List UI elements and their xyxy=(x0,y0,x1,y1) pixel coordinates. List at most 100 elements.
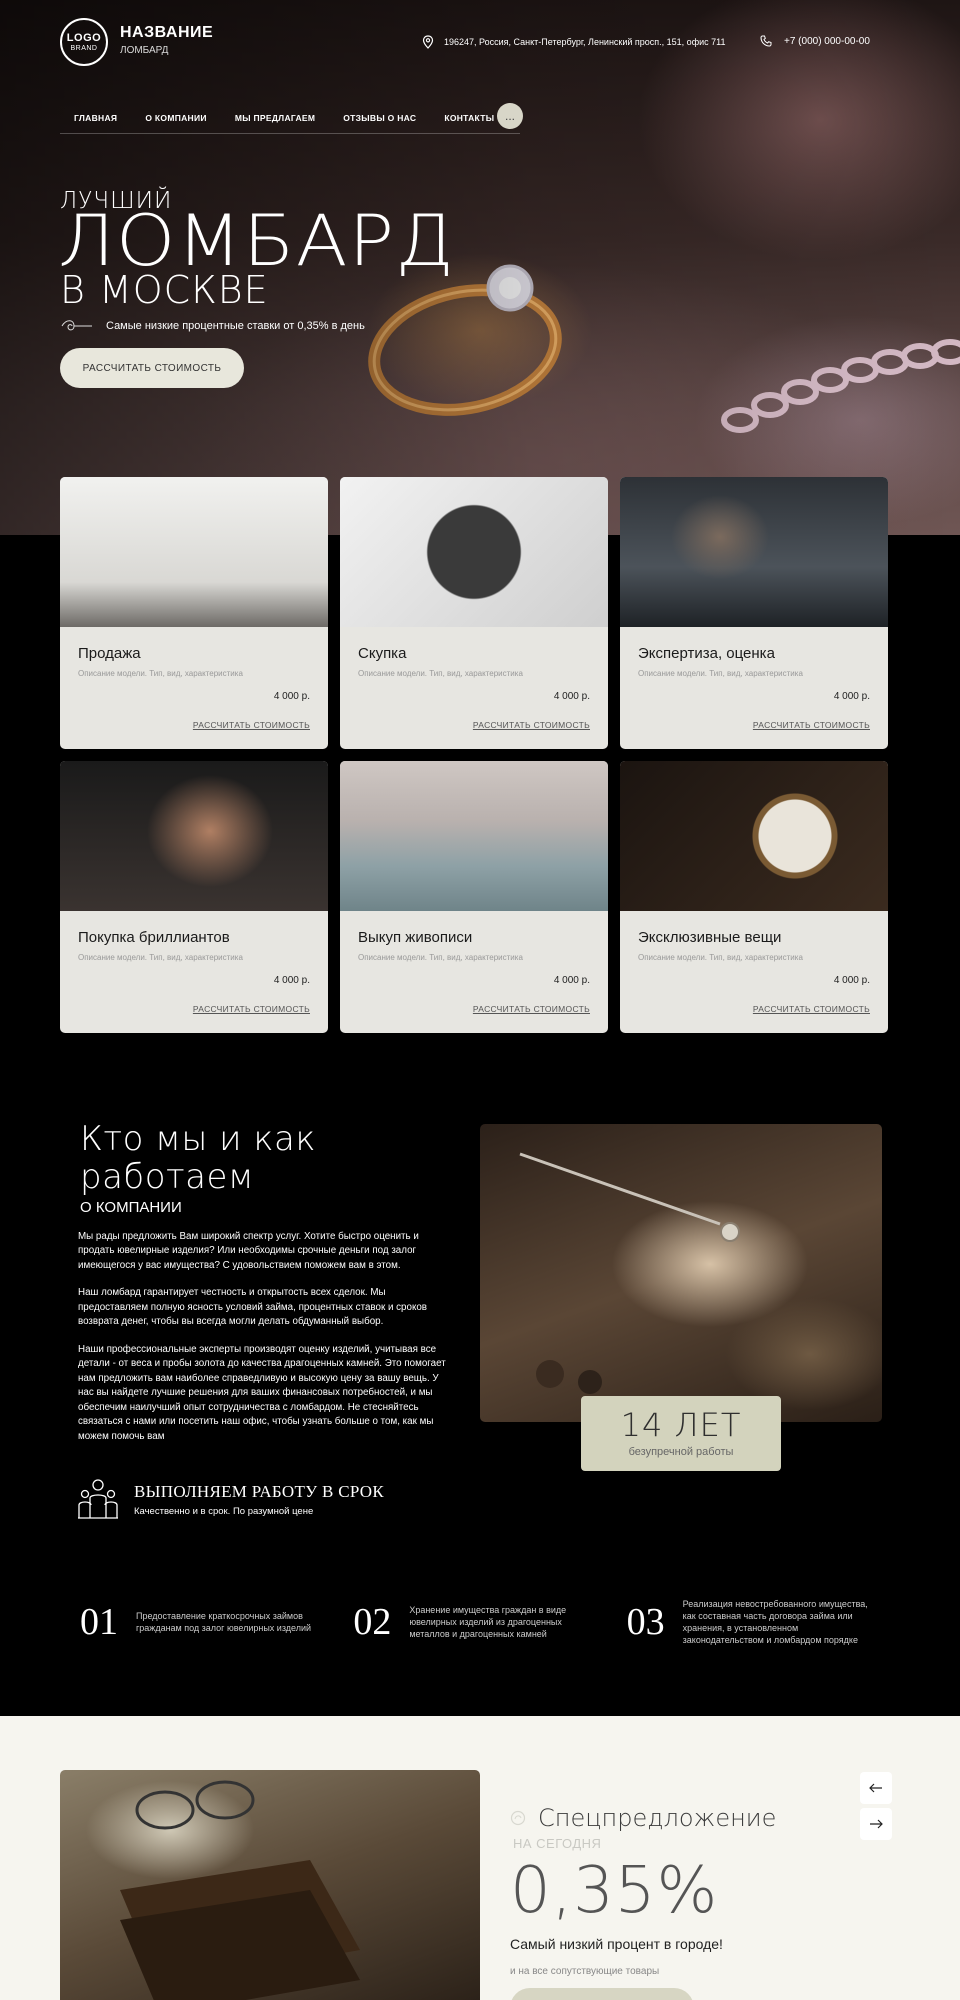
deadline-block: ВЫПОЛНЯЕМ РАБОТУ В СРОК Качественно и в … xyxy=(78,1478,384,1520)
hero-rate: Самые низкие процентные ставки от 0,35% … xyxy=(60,318,365,334)
step-number: 02 xyxy=(353,1601,392,1644)
hero-rate-text: Самые низкие процентные ставки от 0,35% … xyxy=(106,320,365,332)
years-caption: безупречной работы xyxy=(628,1446,734,1458)
step-item: 03 Реализация невостребованного имуществ… xyxy=(627,1598,900,1647)
card-price: 4 000 р. xyxy=(553,691,590,702)
card-calculate-link[interactable]: РАССЧИТАТЬ СТОИМОСТЬ xyxy=(753,720,870,730)
prev-arrow-button[interactable] xyxy=(860,1772,892,1804)
phone-icon xyxy=(760,35,772,47)
card-description: Описание модели. Тип, вид, характеристик… xyxy=(78,669,243,678)
hero-city: В МОСКВЕ xyxy=(60,268,269,312)
nav-item-home[interactable]: ГЛАВНАЯ xyxy=(74,113,117,123)
phone-number: +7 (000) 000-00-00 xyxy=(784,35,870,47)
more-menu-button[interactable]: ... xyxy=(497,103,523,129)
team-icon xyxy=(78,1479,118,1519)
logo[interactable]: LOGO BRAND xyxy=(60,18,108,66)
brand-name: НАЗВАНИЕ xyxy=(120,24,214,41)
card-title: Продажа xyxy=(78,645,141,662)
offer-title: Спецпредложение xyxy=(510,1804,776,1832)
card-description: Описание модели. Тип, вид, характеристик… xyxy=(638,953,803,962)
card-title: Экспертиза, оценка xyxy=(638,645,775,662)
steps-list: 01 Предоставление краткосрочных займов г… xyxy=(80,1598,900,1647)
years-number: 14 ЛЕТ xyxy=(620,1406,742,1444)
circle-ornament-icon xyxy=(510,1810,526,1826)
service-image xyxy=(340,477,608,627)
arrow-left-icon xyxy=(869,1783,882,1793)
years-badge: 14 ЛЕТ безупречной работы xyxy=(581,1396,781,1471)
card-title: Эксклюзивные вещи xyxy=(638,929,782,946)
service-image xyxy=(60,761,328,911)
arrow-right-icon xyxy=(870,1819,883,1829)
about-text: Мы рады предложить Вам широкий спектр ус… xyxy=(78,1230,448,1457)
logo-subtext: BRAND xyxy=(70,44,98,52)
address-text: 196247, Россия, Санкт-Петербург, Ленинск… xyxy=(444,37,726,47)
calculate-cost-button[interactable]: РАССЧИТАТЬ СТОИМОСТЬ xyxy=(60,348,244,388)
card-description: Описание модели. Тип, вид, характеристик… xyxy=(358,669,523,678)
address: 196247, Россия, Санкт-Петербург, Ленинск… xyxy=(422,35,725,49)
step-text: Хранение имущества граждан в виде ювелир… xyxy=(409,1605,567,1640)
step-number: 01 xyxy=(80,1601,118,1644)
service-image xyxy=(620,477,888,627)
brand-subtitle: ЛОМБАРД xyxy=(120,45,169,56)
step-number: 03 xyxy=(626,1601,665,1644)
card-description: Описание модели. Тип, вид, характеристик… xyxy=(638,669,803,678)
card-calculate-link[interactable]: РАССЧИТАТЬ СТОИМОСТЬ xyxy=(473,720,590,730)
card-calculate-link[interactable]: РАССЧИТАТЬ СТОИМОСТЬ xyxy=(753,1004,870,1014)
nav-item-reviews[interactable]: ОТЗЫВЫ О НАС xyxy=(343,113,416,123)
service-card[interactable]: Продажа Описание модели. Тип, вид, харак… xyxy=(60,477,328,749)
service-card[interactable]: Экспертиза, оценка Описание модели. Тип,… xyxy=(620,477,888,749)
step-text: Предоставление краткосрочных займов граж… xyxy=(136,1611,312,1634)
hero-section: LOGO BRAND НАЗВАНИЕ ЛОМБАРД 196247, Росс… xyxy=(0,0,960,535)
offer-image xyxy=(60,1770,480,2000)
brand: НАЗВАНИЕ ЛОМБАРД xyxy=(120,24,213,56)
nav-item-contacts[interactable]: КОНТАКТЫ xyxy=(444,113,494,123)
card-description: Описание модели. Тип, вид, характеристик… xyxy=(358,953,523,962)
offer-note: и на все сопутствующие товары xyxy=(510,1966,660,1977)
card-description: Описание модели. Тип, вид, характеристик… xyxy=(78,953,243,962)
service-image xyxy=(60,477,328,627)
offer-subtitle: НА СЕГОДНЯ xyxy=(513,1836,602,1851)
card-price: 4 000 р. xyxy=(833,691,870,702)
service-image xyxy=(340,761,608,911)
card-calculate-link[interactable]: РАССЧИТАТЬ СТОИМОСТЬ xyxy=(193,720,310,730)
offer-title-text: Спецпредложение xyxy=(538,1804,777,1832)
about-title: Кто мы и как работаем xyxy=(80,1119,317,1198)
about-paragraph: Наш ломбард гарантирует честность и откр… xyxy=(78,1287,427,1328)
card-title: Скупка xyxy=(358,645,407,662)
offer-rate: 0,35% xyxy=(510,1854,719,1928)
card-title: Покупка бриллиантов xyxy=(78,929,230,946)
service-card[interactable]: Выкуп живописи Описание модели. Тип, вид… xyxy=(340,761,608,1033)
service-image xyxy=(620,761,888,911)
card-price: 4 000 р. xyxy=(273,975,310,986)
logo-text: LOGO xyxy=(66,31,102,44)
nav-item-about[interactable]: О КОМПАНИИ xyxy=(145,113,206,123)
offer-button[interactable] xyxy=(510,1988,694,2000)
deadline-title: ВЫПОЛНЯЕМ РАБОТУ В СРОК xyxy=(134,1481,385,1501)
card-calculate-link[interactable]: РАССЧИТАТЬ СТОИМОСТЬ xyxy=(193,1004,310,1014)
card-price: 4 000 р. xyxy=(833,975,870,986)
about-subtitle: О КОМПАНИИ xyxy=(80,1199,182,1216)
about-paragraph: Наши профессиональные эксперты производя… xyxy=(78,1343,446,1442)
card-calculate-link[interactable]: РАССЧИТАТЬ СТОИМОСТЬ xyxy=(473,1004,590,1014)
service-card[interactable]: Покупка бриллиантов Описание модели. Тип… xyxy=(60,761,328,1033)
service-card[interactable]: Эксклюзивные вещи Описание модели. Тип, … xyxy=(620,761,888,1033)
location-pin-icon xyxy=(422,35,434,49)
card-price: 4 000 р. xyxy=(553,975,590,986)
step-text: Реализация невостребованного имущества, … xyxy=(682,1599,868,1646)
step-item: 01 Предоставление краткосрочных займов г… xyxy=(80,1598,353,1647)
card-price: 4 000 р. xyxy=(273,691,310,702)
special-offer-section: Спецпредложение НА СЕГОДНЯ 0,35% Самый н… xyxy=(0,1716,960,2000)
main-nav: ГЛАВНАЯ О КОМПАНИИ МЫ ПРЕДЛАГАЕМ ОТЗЫВЫ … xyxy=(60,102,520,134)
ornament-icon xyxy=(61,320,92,331)
step-item: 02 Хранение имущества граждан в виде юве… xyxy=(353,1598,626,1647)
services-grid: Продажа Описание модели. Тип, вид, харак… xyxy=(60,477,888,1033)
about-paragraph: Мы рады предложить Вам широкий спектр ус… xyxy=(78,1231,419,1271)
nav-item-offers[interactable]: МЫ ПРЕДЛАГАЕМ xyxy=(235,113,315,123)
phone[interactable]: +7 (000) 000-00-00 xyxy=(760,35,870,47)
card-title: Выкуп живописи xyxy=(358,929,473,946)
deadline-text: Качественно и в срок. По разумной цене xyxy=(134,1505,314,1517)
jeweler-photo xyxy=(480,1124,882,1422)
next-arrow-button[interactable] xyxy=(860,1808,892,1840)
service-card[interactable]: Скупка Описание модели. Тип, вид, характ… xyxy=(340,477,608,749)
hero-title: ЛОМБАРД xyxy=(58,200,456,282)
